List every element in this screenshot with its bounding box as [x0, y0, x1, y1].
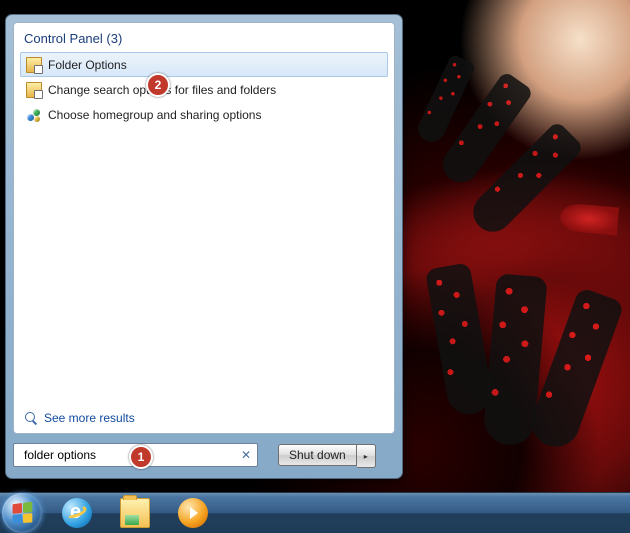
- result-folder-options[interactable]: Folder Options: [20, 52, 388, 77]
- internet-explorer-icon: [62, 498, 92, 528]
- start-button[interactable]: [2, 493, 42, 533]
- shutdown-button[interactable]: Shut down: [278, 444, 357, 466]
- start-menu-results-pane: Control Panel (3) Folder Options Change …: [13, 22, 395, 434]
- taskbar-item-explorer[interactable]: [107, 494, 163, 532]
- taskbar-item-media-player[interactable]: [165, 494, 221, 532]
- folder-options-icon: [26, 57, 42, 73]
- folder-options-icon: [26, 82, 42, 98]
- search-icon: [24, 411, 38, 425]
- start-menu: Control Panel (3) Folder Options Change …: [5, 14, 403, 479]
- result-item-label: Choose homegroup and sharing options: [48, 108, 261, 122]
- result-homegroup-options[interactable]: Choose homegroup and sharing options: [20, 102, 388, 127]
- shutdown-options-arrow[interactable]: ▸: [357, 444, 376, 468]
- results-group-header: Control Panel (3): [14, 23, 394, 48]
- taskbar-item-ie[interactable]: [49, 494, 105, 532]
- see-more-label: See more results: [44, 411, 135, 425]
- result-item-label: Folder Options: [48, 58, 127, 72]
- result-change-search-options[interactable]: Change search options for files and fold…: [20, 77, 388, 102]
- annotation-badge-2: 2: [146, 73, 170, 97]
- annotation-badge-1: 1: [129, 445, 153, 469]
- homegroup-icon: [26, 107, 42, 123]
- see-more-results-link[interactable]: See more results: [14, 405, 394, 433]
- media-player-icon: [178, 498, 208, 528]
- taskbar: [0, 492, 630, 533]
- windows-logo-icon: [13, 502, 33, 524]
- file-explorer-icon: [120, 498, 150, 528]
- clear-search-icon[interactable]: ✕: [239, 448, 253, 462]
